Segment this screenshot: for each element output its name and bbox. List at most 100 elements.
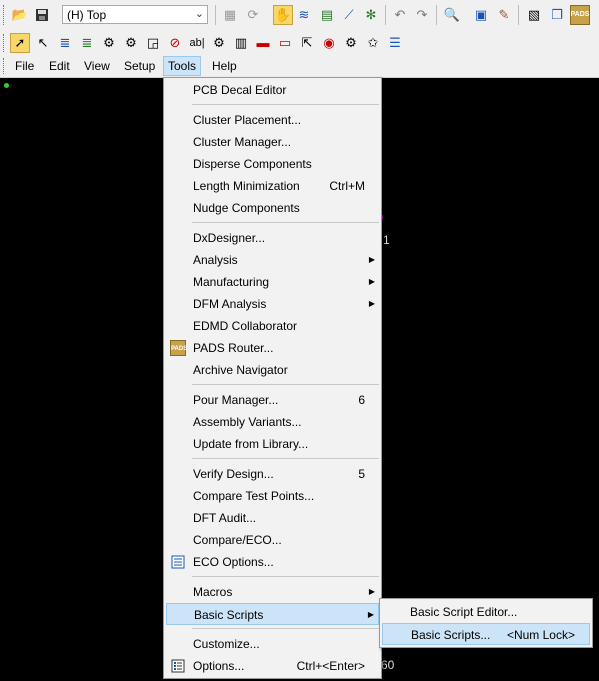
jumper-icon[interactable]: ⚙ — [342, 34, 360, 52]
menu-item-dxdesigner[interactable]: DxDesigner... — [166, 227, 379, 249]
star-icon[interactable]: ✩ — [364, 34, 382, 52]
menu-item-eco-options[interactable]: ECO Options... — [166, 551, 379, 573]
cursor-icon[interactable]: ⇱ — [298, 34, 316, 52]
select-mode-icon[interactable]: ↖ — [34, 34, 52, 52]
component-icon[interactable]: ✻ — [362, 6, 380, 24]
library-icon[interactable]: ▥ — [232, 34, 250, 52]
menu-item-analysis[interactable]: Analysis ▶ — [166, 249, 379, 271]
menu-item-pcb-decal-editor[interactable]: PCB Decal Editor — [166, 79, 379, 101]
menu-item-label: Cluster Placement... — [193, 113, 302, 127]
menu-item-dfm-analysis[interactable]: DFM Analysis ▶ — [166, 293, 379, 315]
menu-item-manufacturing[interactable]: Manufacturing ▶ — [166, 271, 379, 293]
line-icon[interactable]: ⟋ — [340, 6, 358, 24]
menu-item-dft-audit[interactable]: DFT Audit... — [166, 507, 379, 529]
layer-select[interactable]: (H) Top ⌄ — [62, 5, 208, 24]
menu-item-assembly-variants[interactable]: Assembly Variants... — [166, 411, 379, 433]
properties-icon[interactable]: ▦ — [221, 6, 239, 24]
board-icon[interactable]: ▤ — [318, 6, 336, 24]
options-icon — [170, 658, 186, 674]
menu-item-compare-eco[interactable]: Compare/ECO... — [166, 529, 379, 551]
menu-separator — [192, 576, 379, 577]
menu-item-disperse-components[interactable]: Disperse Components — [166, 153, 379, 175]
menu-tools[interactable]: Tools — [163, 56, 202, 76]
menu-separator — [192, 104, 379, 105]
menu-item-label: EDMD Collaborator — [193, 319, 298, 333]
menu-item-label: Manufacturing — [193, 275, 270, 289]
select-arrow-icon[interactable]: ➚ — [10, 33, 30, 53]
chevron-down-icon[interactable]: ⌄ — [195, 7, 204, 20]
via-icon[interactable]: ◉ — [320, 34, 338, 52]
save-icon[interactable] — [33, 6, 51, 24]
menu-item-length-minimization[interactable]: Length Minimization Ctrl+M — [166, 175, 379, 197]
brush-icon[interactable]: ✎ — [495, 6, 513, 24]
menu-item-label: Options... — [193, 659, 245, 673]
menu-item-nudge-components[interactable]: Nudge Components — [166, 197, 379, 219]
display-icon[interactable]: ▣ — [472, 6, 490, 24]
menu-edit[interactable]: Edit — [45, 57, 74, 75]
hatch-icon[interactable]: ≣ — [78, 34, 96, 52]
no-entry-icon[interactable]: ⊘ — [166, 34, 184, 52]
zoom-icon[interactable]: 🔍 — [443, 6, 461, 24]
menu-separator — [192, 628, 379, 629]
submenu-arrow-icon: ▶ — [368, 299, 375, 308]
open-folder-icon[interactable]: 📂 — [11, 6, 29, 24]
submenu-arrow-icon: ▶ — [368, 587, 375, 596]
dimension-icon[interactable]: ▬ — [254, 34, 272, 52]
menu-item-label: Basic Script Editor... — [410, 605, 518, 619]
menu-item-compare-test-points[interactable]: Compare Test Points... — [166, 485, 379, 507]
drafting-toolbar: ➚ ↖ ≣ ≣ ⚙ ⚙ ◲ ⊘ ab| ⚙ ▥ ▬ ▭ ⇱ ◉ ⚙ ✩ ☰ — [0, 31, 599, 56]
menu-item-label: DFM Analysis — [193, 297, 267, 311]
menu-item-label: Cluster Manager... — [193, 135, 292, 149]
rectangle-icon[interactable]: ◲ — [144, 34, 162, 52]
list-icon[interactable]: ☰ — [386, 34, 404, 52]
menu-item-basic-scripts[interactable]: Basic Scripts ▶ — [166, 603, 379, 625]
menu-item-label: Pour Manager... — [193, 393, 279, 407]
refresh-icon[interactable]: ⟳ — [244, 6, 262, 24]
menu-item-shortcut: Ctrl+<Enter> — [296, 659, 365, 673]
menu-item-customize[interactable]: Customize... — [166, 633, 379, 655]
menu-item-pads-router[interactable]: PADS PADS Router... — [166, 337, 379, 359]
windows-icon[interactable]: ❐ — [548, 6, 566, 24]
menu-item-verify-design[interactable]: Verify Design... 5 — [166, 463, 379, 485]
toolbar-grip[interactable] — [3, 34, 6, 52]
component-add-icon[interactable]: ⚙ — [210, 34, 228, 52]
menu-item-update-from-library[interactable]: Update from Library... — [166, 433, 379, 455]
keepout-icon[interactable]: ⚙ — [100, 34, 118, 52]
routing-icon[interactable]: ≋ — [295, 6, 313, 24]
menubar-grip[interactable] — [3, 58, 6, 74]
menu-item-label: Macros — [193, 585, 233, 599]
menu-file[interactable]: File — [11, 57, 38, 75]
menu-item-pour-manager[interactable]: Pour Manager... 6 — [166, 389, 379, 411]
menu-item-label: Assembly Variants... — [193, 415, 302, 429]
toolbar-grip[interactable] — [3, 5, 6, 25]
pour-icon[interactable]: ≣ — [56, 34, 74, 52]
menu-item-basic-scripts-run[interactable]: Basic Scripts... <Num Lock> — [382, 623, 590, 645]
menu-item-basic-script-editor[interactable]: Basic Script Editor... — [382, 601, 590, 623]
copper-icon[interactable]: ⚙ — [122, 34, 140, 52]
image-icon[interactable]: ▧ — [525, 6, 543, 24]
hand-icon[interactable]: ✋ — [273, 5, 293, 25]
menu-item-edmd-collaborator[interactable]: EDMD Collaborator — [166, 315, 379, 337]
pads-router-icon: PADS — [170, 340, 187, 356]
redo-icon[interactable]: ↷ — [413, 6, 431, 24]
eco-options-icon — [170, 554, 186, 570]
menu-item-label: ECO Options... — [193, 555, 274, 569]
menu-item-macros[interactable]: Macros ▶ — [166, 581, 379, 603]
menu-item-label: Compare Test Points... — [193, 489, 315, 503]
undo-icon[interactable]: ↶ — [391, 6, 409, 24]
menu-item-label: DFT Audit... — [193, 511, 257, 525]
menu-view[interactable]: View — [80, 57, 114, 75]
net-label: 1 — [383, 233, 390, 247]
toolbar-separator — [518, 5, 519, 25]
text-icon[interactable]: ab| — [188, 34, 206, 52]
menu-item-label: PADS Router... — [193, 341, 274, 355]
menu-item-options[interactable]: Options... Ctrl+<Enter> — [166, 655, 379, 677]
menu-item-shortcut: Ctrl+M — [329, 179, 365, 193]
pads-icon[interactable]: PADS — [570, 5, 590, 25]
menu-item-cluster-placement[interactable]: Cluster Placement... — [166, 109, 379, 131]
menu-help[interactable]: Help — [208, 57, 241, 75]
menu-item-archive-navigator[interactable]: Archive Navigator — [166, 359, 379, 381]
menu-setup[interactable]: Setup — [120, 57, 159, 75]
measure-icon[interactable]: ▭ — [276, 34, 294, 52]
menu-item-cluster-manager[interactable]: Cluster Manager... — [166, 131, 379, 153]
